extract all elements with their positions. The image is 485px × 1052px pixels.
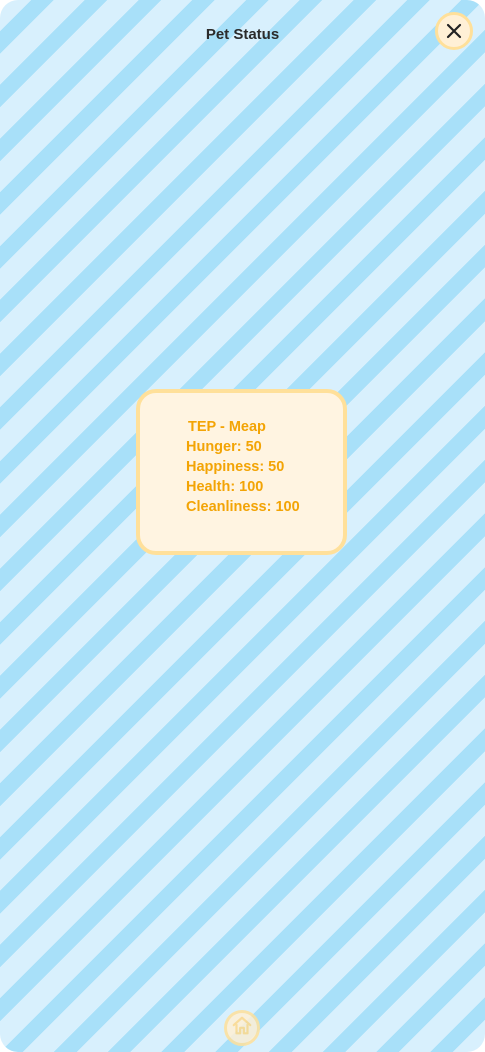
- home-button[interactable]: [224, 1010, 260, 1046]
- close-icon: [446, 23, 462, 39]
- cleanliness-stat: Cleanliness: 100: [186, 499, 300, 515]
- pet-name: TEP - Meap: [188, 419, 266, 435]
- close-button[interactable]: [435, 12, 473, 50]
- pet-status-screen: Pet Status TEP - Meap Hunger: 50 Happine…: [0, 0, 485, 1052]
- hunger-stat: Hunger: 50: [186, 439, 262, 455]
- health-stat: Health: 100: [186, 479, 264, 495]
- home-icon: [231, 1015, 253, 1042]
- page-title: Pet Status: [205, 26, 280, 43]
- happiness-stat: Happiness: 50: [186, 459, 285, 475]
- pet-status-card: TEP - Meap Hunger: 50 Happiness: 50 Heal…: [136, 389, 347, 555]
